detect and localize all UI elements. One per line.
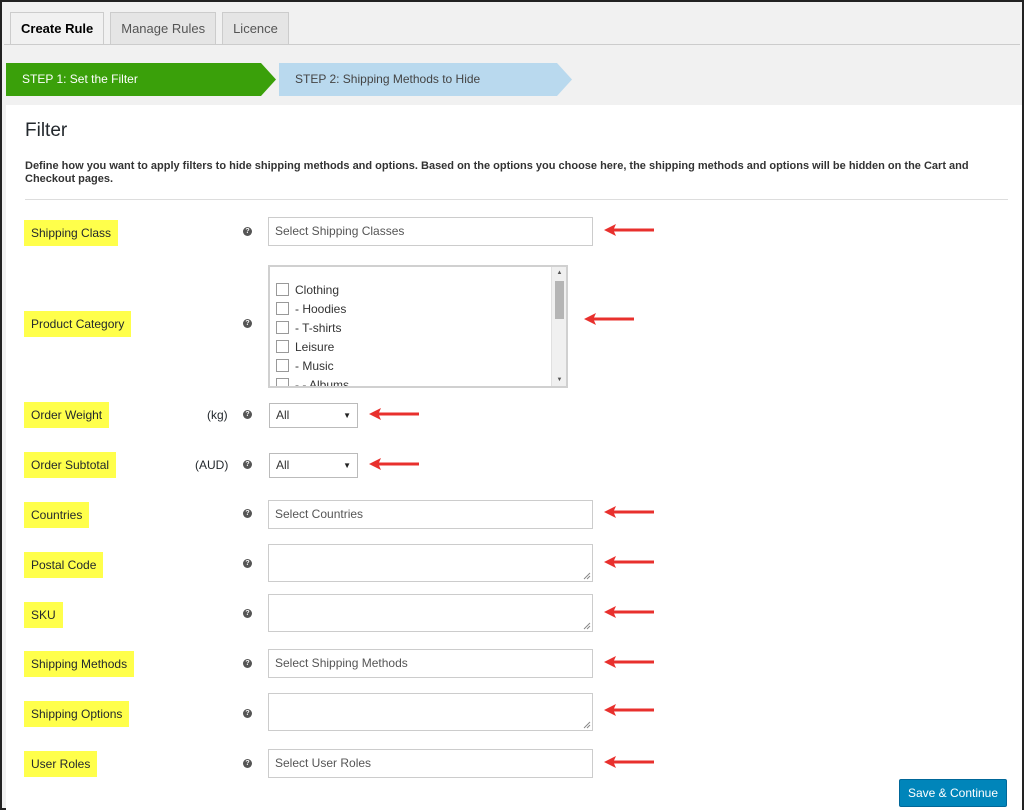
- help-icon[interactable]: ?: [243, 227, 252, 236]
- countries-input[interactable]: Select Countries: [268, 500, 593, 529]
- checkbox[interactable]: [276, 283, 289, 296]
- annotation-arrow-icon: [369, 408, 419, 420]
- shipping-class-input[interactable]: Select Shipping Classes: [268, 217, 593, 246]
- annotation-arrow-icon: [604, 656, 654, 668]
- help-icon[interactable]: ?: [243, 410, 252, 419]
- checkbox[interactable]: [276, 340, 289, 353]
- shipping-options-label: Shipping Options: [24, 701, 130, 727]
- resize-grip-icon[interactable]: [583, 572, 591, 580]
- shipping-options-textarea[interactable]: [268, 693, 593, 731]
- shipping-methods-label: Shipping Methods: [24, 651, 135, 677]
- page-title: Filter: [25, 120, 68, 141]
- annotation-arrow-icon: [604, 606, 654, 618]
- annotation-arrow-icon: [584, 313, 634, 325]
- category-option[interactable]: Clothing: [276, 280, 349, 299]
- category-option[interactable]: Leisure: [276, 337, 349, 356]
- order-weight-unit: (kg): [207, 408, 228, 422]
- filter-panel: Filter Define how you want to apply filt…: [6, 105, 1022, 810]
- dropdown-caret-icon: ▼: [343, 411, 351, 420]
- checkbox[interactable]: [276, 321, 289, 334]
- help-icon[interactable]: ?: [243, 759, 252, 768]
- step-indicator: STEP 1: Set the Filter STEP 2: Shipping …: [6, 63, 1006, 96]
- checkbox[interactable]: [276, 302, 289, 315]
- help-icon[interactable]: ?: [243, 509, 252, 518]
- app-frame: Create Rule Manage Rules Licence STEP 1:…: [0, 0, 1024, 810]
- annotation-arrow-icon: [604, 756, 654, 768]
- help-icon[interactable]: ?: [243, 709, 252, 718]
- help-icon[interactable]: ?: [243, 559, 252, 568]
- sku-textarea[interactable]: [268, 594, 593, 632]
- category-option-label: - Music: [295, 358, 334, 373]
- help-icon[interactable]: ?: [243, 319, 252, 328]
- order-subtotal-unit: (AUD): [195, 458, 229, 472]
- step-2-shipping-methods[interactable]: STEP 2: Shipping Methods to Hide: [279, 63, 572, 96]
- category-option-label: Leisure: [295, 339, 335, 354]
- tab-manage-rules[interactable]: Manage Rules: [110, 12, 217, 45]
- scrollbar[interactable]: ▲ ▼: [551, 267, 566, 386]
- order-weight-value: All: [276, 408, 290, 422]
- scroll-up-icon[interactable]: ▲: [552, 267, 566, 279]
- user-roles-input[interactable]: Select User Roles: [268, 749, 593, 778]
- sku-label: SKU: [24, 602, 63, 628]
- postal-code-textarea[interactable]: [268, 544, 593, 582]
- order-subtotal-label: Order Subtotal: [24, 452, 117, 478]
- annotation-arrow-icon: [604, 704, 654, 716]
- order-subtotal-value: All: [276, 458, 290, 472]
- category-option-label: Clothing: [295, 282, 340, 297]
- annotation-arrow-icon: [604, 556, 654, 568]
- help-icon[interactable]: ?: [243, 659, 252, 668]
- resize-grip-icon[interactable]: [583, 721, 591, 729]
- step-1-set-filter[interactable]: STEP 1: Set the Filter: [6, 63, 276, 96]
- tab-create-rule[interactable]: Create Rule: [10, 12, 105, 45]
- tab-bar: Create Rule Manage Rules Licence: [10, 12, 289, 45]
- category-option[interactable]: - T-shirts: [276, 318, 349, 337]
- category-option-label: - - Albums: [295, 377, 350, 388]
- filter-description: Define how you want to apply filters to …: [25, 160, 969, 185]
- category-option[interactable]: - - Albums: [276, 375, 350, 388]
- save-continue-button[interactable]: Save & Continue: [899, 779, 1007, 807]
- tab-divider: [4, 44, 1020, 45]
- checkbox[interactable]: [276, 359, 289, 372]
- shipping-methods-input[interactable]: Select Shipping Methods: [268, 649, 593, 678]
- category-option[interactable]: - Hoodies: [276, 299, 349, 318]
- category-option-label: - Hoodies: [295, 301, 347, 316]
- user-roles-label: User Roles: [24, 751, 98, 777]
- order-weight-select[interactable]: All ▼: [269, 403, 358, 428]
- annotation-arrow-icon: [604, 224, 654, 236]
- scrollbar-thumb[interactable]: [555, 281, 564, 319]
- dropdown-caret-icon: ▼: [343, 461, 351, 470]
- countries-label: Countries: [24, 502, 90, 528]
- order-subtotal-select[interactable]: All ▼: [269, 453, 358, 478]
- product-category-list[interactable]: Clothing - Hoodies - T-shirts Leisure - …: [268, 265, 568, 388]
- divider: [25, 199, 1008, 200]
- product-category-label: Product Category: [24, 311, 132, 337]
- shipping-class-label: Shipping Class: [24, 220, 119, 246]
- checkbox[interactable]: [276, 378, 289, 386]
- annotation-arrow-icon: [604, 506, 654, 518]
- tab-licence[interactable]: Licence: [222, 12, 289, 45]
- scroll-down-icon[interactable]: ▼: [552, 374, 566, 386]
- postal-code-label: Postal Code: [24, 552, 104, 578]
- resize-grip-icon[interactable]: [583, 622, 591, 630]
- annotation-arrow-icon: [369, 458, 419, 470]
- category-option-label: - T-shirts: [295, 320, 342, 335]
- category-options: Clothing - Hoodies - T-shirts Leisure - …: [276, 280, 350, 388]
- order-weight-label: Order Weight: [24, 402, 110, 428]
- help-icon[interactable]: ?: [243, 460, 252, 469]
- help-icon[interactable]: ?: [243, 609, 252, 618]
- category-option[interactable]: - Music: [276, 356, 349, 375]
